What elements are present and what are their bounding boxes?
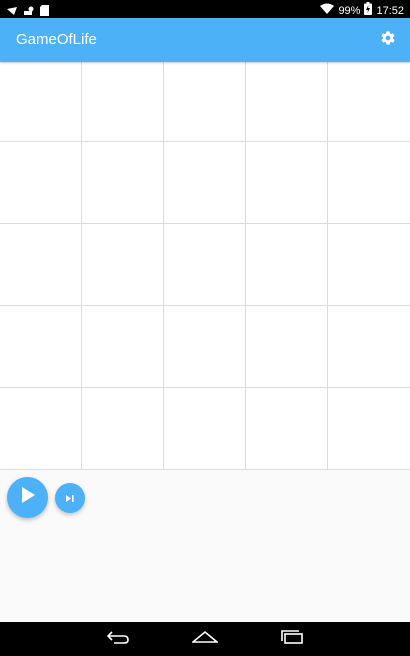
status-bar: 99% 17:52 [0,0,410,18]
grid-cell[interactable] [246,142,328,224]
grid-cell[interactable] [82,62,164,142]
grid-cell[interactable] [328,306,410,388]
grid-cell[interactable] [164,388,246,470]
grid-cell[interactable] [246,388,328,470]
grid-cell[interactable] [0,62,82,142]
grid-cell[interactable] [164,142,246,224]
step-button[interactable] [55,483,85,513]
game-grid [0,62,410,470]
navigation-bar [0,622,410,656]
battery-percent: 99% [338,4,361,17]
back-icon [106,630,130,649]
grid-cell[interactable] [0,224,82,306]
grid-cell[interactable] [328,388,410,470]
status-time: 17:52 [376,4,404,17]
recents-button[interactable] [272,628,312,650]
grid-cell[interactable] [82,142,164,224]
grid-cell[interactable] [82,388,164,470]
app-title: GameOfLife [16,31,97,48]
app-bar: GameOfLife [0,18,410,62]
settings-button[interactable] [376,28,400,52]
grid-cell[interactable] [328,224,410,306]
grid-cell[interactable] [164,224,246,306]
status-system: 99% 17:52 [320,2,404,19]
grid-cell[interactable] [0,388,82,470]
home-button[interactable] [185,628,225,650]
back-button[interactable] [98,628,138,650]
grid-cell[interactable] [82,224,164,306]
home-icon [190,630,220,648]
grid-cell[interactable] [246,306,328,388]
gear-icon [380,30,396,51]
recents-icon [280,629,304,649]
play-icon [21,487,35,508]
grid-cell[interactable] [164,306,246,388]
battery-icon [364,2,373,19]
grid-cell[interactable] [328,62,410,142]
grid-cell[interactable] [0,306,82,388]
grid-cell[interactable] [246,224,328,306]
grid-cell[interactable] [164,62,246,142]
grid-cell[interactable] [82,306,164,388]
grid-cell[interactable] [328,142,410,224]
grid-cell[interactable] [0,142,82,224]
skip-next-icon [66,489,74,507]
play-button[interactable] [7,477,48,518]
wifi-icon [320,3,335,18]
grid-cell[interactable] [246,62,328,142]
